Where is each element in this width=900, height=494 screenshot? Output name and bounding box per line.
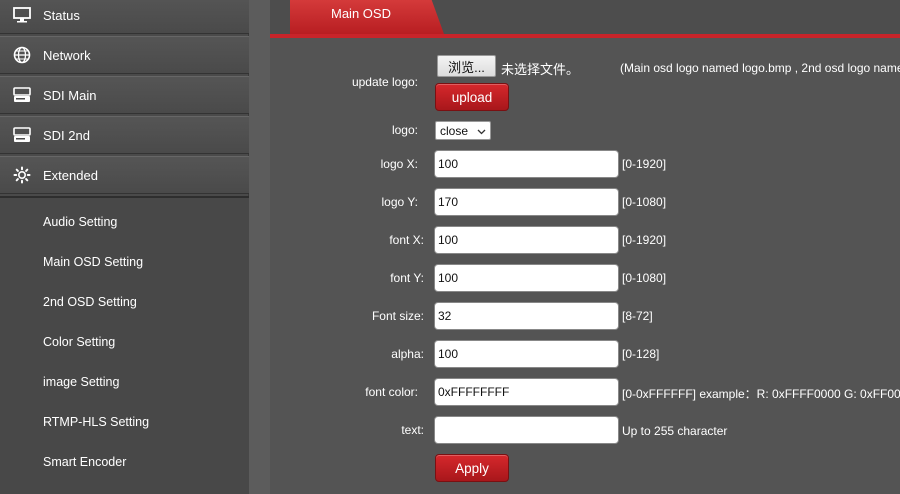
nav-network-label: Network <box>43 47 91 63</box>
logo-note: (Main osd logo named logo.bmp , 2nd osd … <box>620 61 900 75</box>
device-icon <box>12 125 32 145</box>
font-x-hint: [0-1920] <box>622 233 667 247</box>
nav-status[interactable]: Status <box>0 0 249 34</box>
nav-sdi-2nd-label: SDI 2nd <box>43 127 90 143</box>
logo-y-label: logo Y: <box>381 195 418 209</box>
nav-extended[interactable]: Extended <box>0 156 249 194</box>
text-hint: Up to 255 character <box>622 424 728 438</box>
font-color-label: font color: <box>365 385 418 399</box>
submenu-2nd-osd-setting[interactable]: 2nd OSD Setting <box>43 295 137 309</box>
browse-button[interactable]: 浏览... <box>437 55 496 77</box>
font-color-hint: [0-0xFFFFFF] example：R: 0xFFFF0000 G: 0x… <box>622 387 900 401</box>
logo-y-hint: [0-1080] <box>622 195 667 209</box>
logo-label: logo: <box>391 123 418 137</box>
submenu-image-setting[interactable]: image Setting <box>43 375 119 389</box>
tab-main-osd-label: Main OSD <box>331 6 391 21</box>
font-size-label: Font size: <box>371 309 424 323</box>
submenu-rtmp-hls-setting[interactable]: RTMP-HLS Setting <box>43 415 149 429</box>
logo-x-input[interactable]: 100 <box>434 150 619 178</box>
tab-main-osd[interactable]: Main OSD <box>290 0 444 34</box>
submenu-color-setting[interactable]: Color Setting <box>43 335 115 349</box>
logo-x-hint: [0-1920] <box>622 157 667 171</box>
font-size-input[interactable]: 32 <box>434 302 619 330</box>
chevron-down-icon <box>477 124 486 138</box>
submenu-audio-setting[interactable]: Audio Setting <box>43 215 117 229</box>
font-y-input[interactable]: 100 <box>434 264 619 292</box>
font-color-input[interactable]: 0xFFFFFFFF <box>434 378 619 406</box>
no-file-text: 未选择文件。 <box>501 62 580 77</box>
apply-button[interactable]: Apply <box>435 454 509 482</box>
monitor-icon <box>12 5 32 25</box>
nav-sdi-2nd[interactable]: SDI 2nd <box>0 116 249 154</box>
tab-bar: Main OSD <box>270 0 900 38</box>
logo-select[interactable]: close <box>435 121 491 140</box>
globe-icon <box>12 45 32 65</box>
text-input[interactable] <box>434 416 619 444</box>
nav-status-label: Status <box>43 7 80 23</box>
font-x-label: font X: <box>389 233 424 247</box>
logo-x-label: logo X: <box>380 157 418 171</box>
alpha-input[interactable]: 100 <box>434 340 619 368</box>
font-y-hint: [0-1080] <box>622 271 667 285</box>
font-size-hint: [8-72] <box>622 309 653 323</box>
nav-extended-label: Extended <box>43 167 98 183</box>
sidebar-gutter <box>249 0 270 494</box>
nav-sdi-main[interactable]: SDI Main <box>0 76 249 114</box>
nav-sdi-main-label: SDI Main <box>43 87 97 103</box>
font-y-label: font Y: <box>390 271 424 285</box>
font-x-input[interactable]: 100 <box>434 226 619 254</box>
extended-submenu: Audio Setting Main OSD Setting 2nd OSD S… <box>0 196 249 494</box>
nav-network[interactable]: Network <box>0 36 249 74</box>
upload-button[interactable]: upload <box>435 83 509 111</box>
submenu-main-osd-setting[interactable]: Main OSD Setting <box>43 255 143 269</box>
alpha-hint: [0-128] <box>622 347 660 361</box>
submenu-smart-encoder[interactable]: Smart Encoder <box>43 455 126 469</box>
text-label: text: <box>401 423 424 437</box>
device-icon <box>12 85 32 105</box>
sidebar: Status Network SDI Main SDI 2nd Extended… <box>0 0 249 494</box>
update-logo-label: update logo: <box>351 75 418 89</box>
alpha-label: alpha: <box>391 347 424 361</box>
logo-y-input[interactable]: 170 <box>434 188 619 216</box>
gear-icon <box>12 165 32 185</box>
logo-select-value: close <box>440 123 469 138</box>
